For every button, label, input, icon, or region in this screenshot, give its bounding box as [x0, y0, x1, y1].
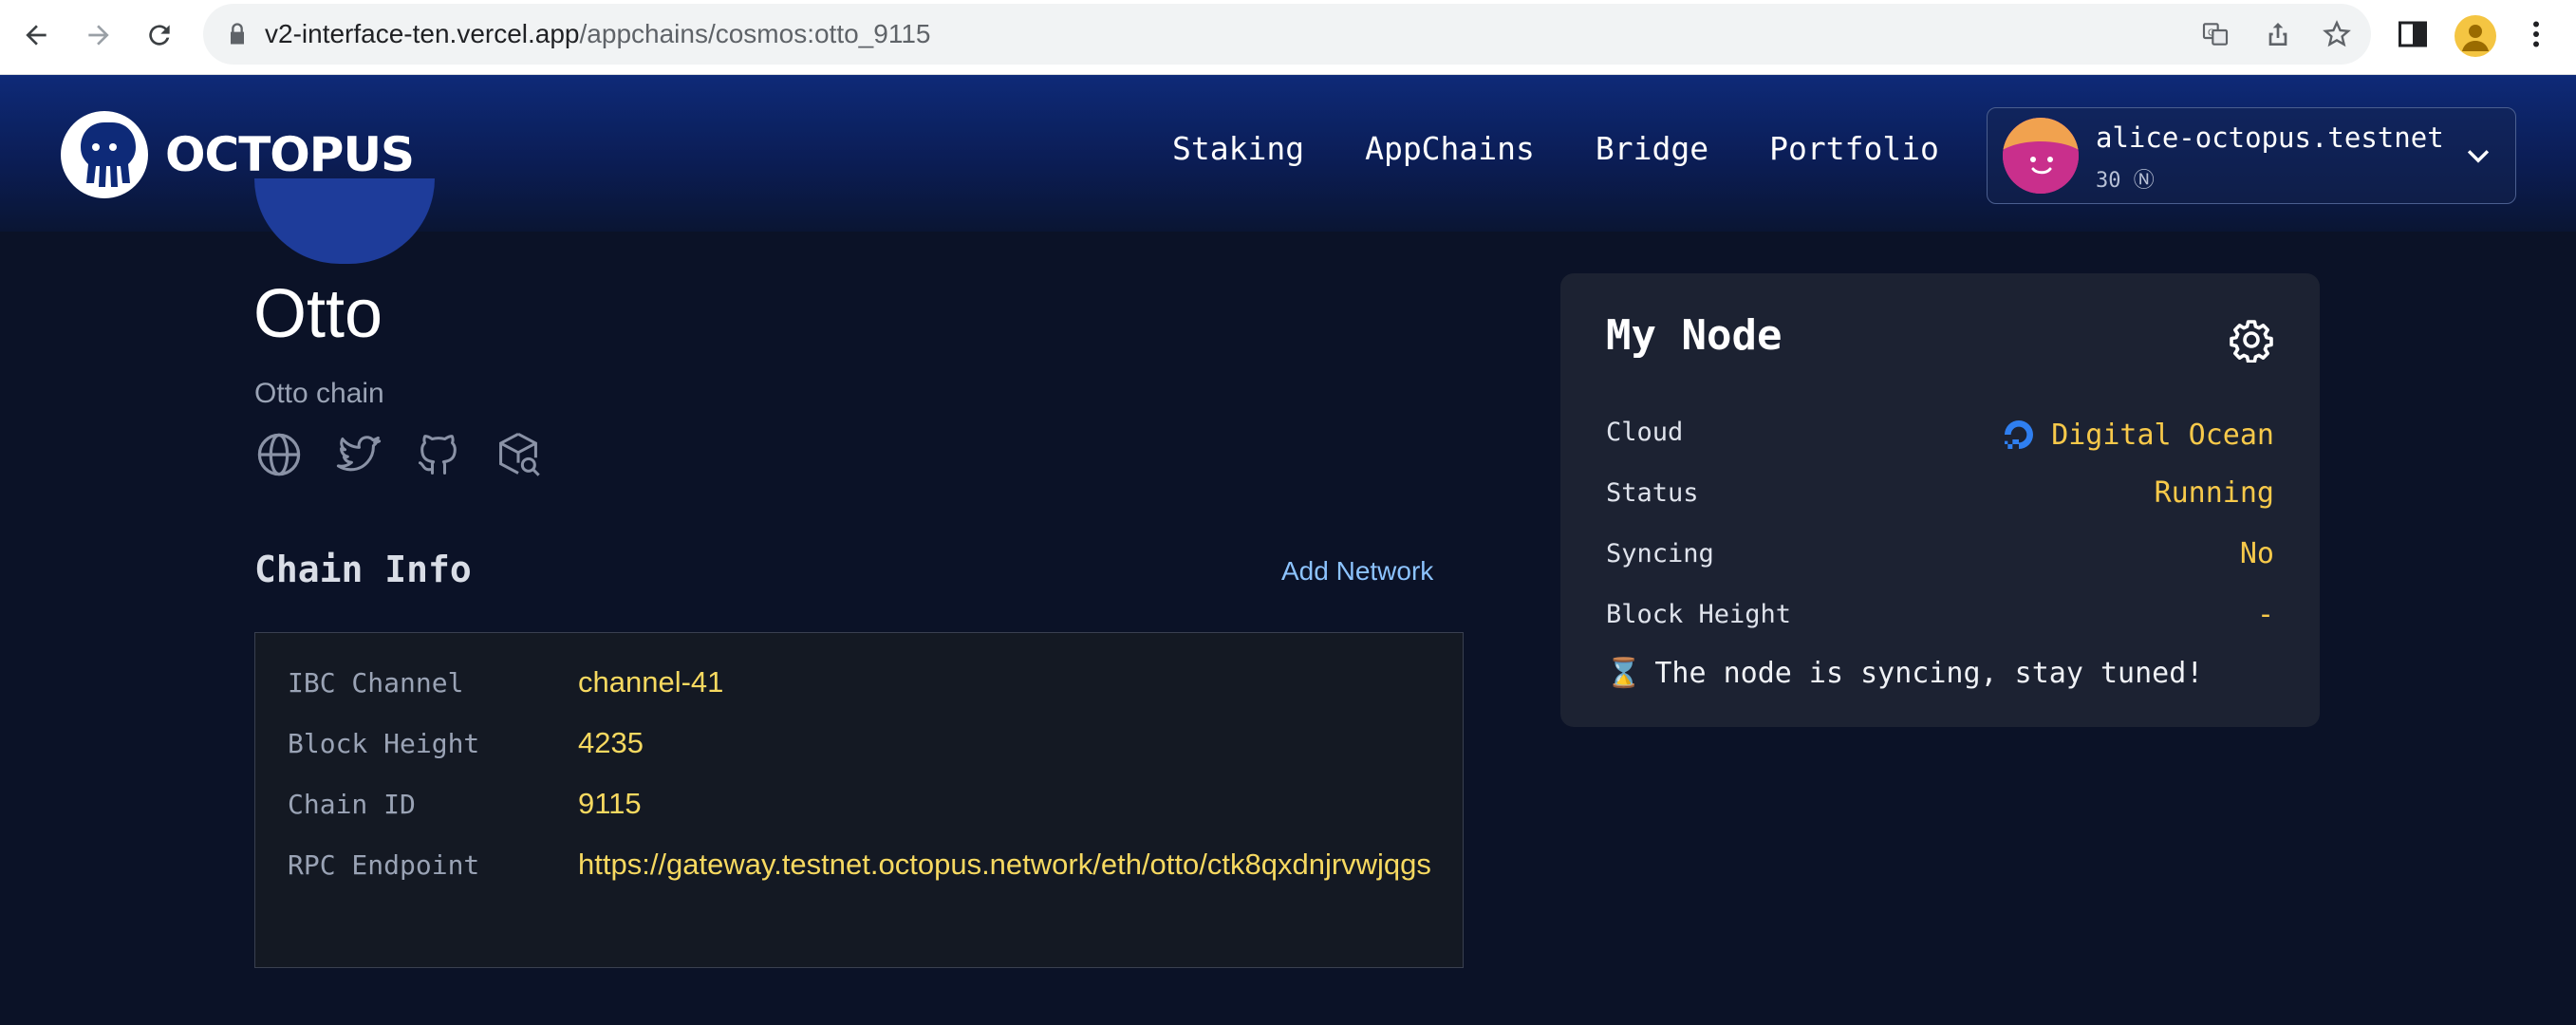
translate-icon[interactable]: G: [2200, 19, 2231, 49]
main-nav: Staking AppChains Bridge Portfolio: [1172, 130, 2000, 167]
person-icon: [2462, 25, 2489, 51]
page-title: Otto: [253, 276, 383, 352]
info-value: 4235: [578, 726, 644, 759]
chain-info-title: Chain Info: [254, 549, 472, 590]
my-node-card: My Node Cloud Digital Ocean Status Runni…: [1560, 273, 2320, 727]
node-value-status: Running: [2154, 476, 2274, 510]
node-row-syncing: Syncing No: [1606, 537, 2274, 577]
forward-button[interactable]: [80, 16, 118, 54]
arrow-left-icon: [26, 25, 47, 46]
page-subtitle: Otto chain: [254, 378, 384, 409]
info-value: 9115: [578, 787, 642, 820]
node-value-block-height: -: [2256, 598, 2274, 631]
chain-logo-partial: [254, 178, 435, 264]
digital-ocean-icon: [2005, 420, 2034, 449]
nav-bridge[interactable]: Bridge: [1596, 130, 1708, 167]
account-name: alice-octopus.testnet: [2096, 121, 2444, 154]
twitter-icon[interactable]: [334, 430, 383, 479]
info-label: Chain ID: [288, 789, 416, 820]
my-node-title: My Node: [1606, 311, 1783, 360]
octopus-icon: [61, 111, 148, 198]
arrow-right-icon: [88, 25, 109, 46]
github-icon[interactable]: [414, 430, 463, 479]
info-label: IBC Channel: [288, 667, 464, 699]
node-row-block-height: Block Height -: [1606, 598, 2274, 638]
nav-appchains[interactable]: AppChains: [1365, 130, 1535, 167]
star-icon[interactable]: [2322, 19, 2352, 49]
hourglass-icon: ⌛: [1606, 657, 1642, 690]
reload-icon: [149, 25, 170, 46]
kebab-menu-icon[interactable]: [2519, 17, 2553, 51]
node-label: Syncing: [1606, 539, 1714, 568]
back-button[interactable]: [17, 16, 55, 54]
nav-portfolio[interactable]: Portfolio: [1769, 130, 1939, 167]
account-balance: 30 Ⓝ: [2096, 169, 2155, 193]
address-bar[interactable]: v2-interface-ten.vercel.app/appchains/co…: [203, 4, 2371, 65]
node-label: Cloud: [1606, 418, 1684, 447]
profile-avatar[interactable]: [2455, 15, 2496, 57]
logo-wordmark: OCTOPUS: [165, 127, 415, 182]
node-label: Status: [1606, 478, 1699, 508]
node-value-cloud: Digital Ocean: [2000, 416, 2274, 454]
social-links: [254, 430, 573, 479]
url-text: v2-interface-ten.vercel.app/appchains/co…: [265, 19, 931, 48]
node-sync-message: ⌛ The node is syncing, stay tuned!: [1606, 657, 2203, 690]
lock-icon: [231, 23, 244, 45]
svg-text:G: G: [2208, 28, 2214, 38]
node-row-cloud: Cloud Digital Ocean: [1606, 418, 2274, 456]
node-label: Block Height: [1606, 600, 1792, 629]
info-value: channel-41: [578, 665, 724, 699]
side-panel-icon[interactable]: [2396, 17, 2430, 51]
node-sync-message-text: The node is syncing, stay tuned!: [1654, 657, 2204, 690]
explorer-icon[interactable]: [494, 430, 543, 479]
account-avatar: [2003, 118, 2079, 194]
chain-info-table: IBC Channel channel-41 Block Height 4235…: [254, 632, 1464, 968]
add-network-link[interactable]: Add Network: [1281, 556, 1433, 587]
share-icon[interactable]: [2263, 19, 2293, 49]
avatar-face-icon: [2003, 118, 2079, 194]
reload-button[interactable]: [140, 16, 178, 54]
node-value-syncing: No: [2239, 537, 2274, 570]
account-dropdown[interactable]: alice-octopus.testnet 30 Ⓝ: [1987, 107, 2516, 204]
info-label: Block Height: [288, 728, 480, 759]
node-row-status: Status Running: [1606, 476, 2274, 516]
chevron-down-icon: [2467, 150, 2490, 163]
info-label: RPC Endpoint: [288, 849, 480, 881]
cloud-provider-text: Digital Ocean: [2051, 418, 2274, 452]
gear-icon[interactable]: [2229, 317, 2274, 363]
globe-icon[interactable]: [254, 430, 304, 479]
rpc-endpoint-value[interactable]: https://gateway.testnet.octopus.network/…: [578, 842, 1432, 887]
nav-staking[interactable]: Staking: [1172, 130, 1304, 167]
browser-toolbar: v2-interface-ten.vercel.app/appchains/co…: [0, 0, 2576, 75]
